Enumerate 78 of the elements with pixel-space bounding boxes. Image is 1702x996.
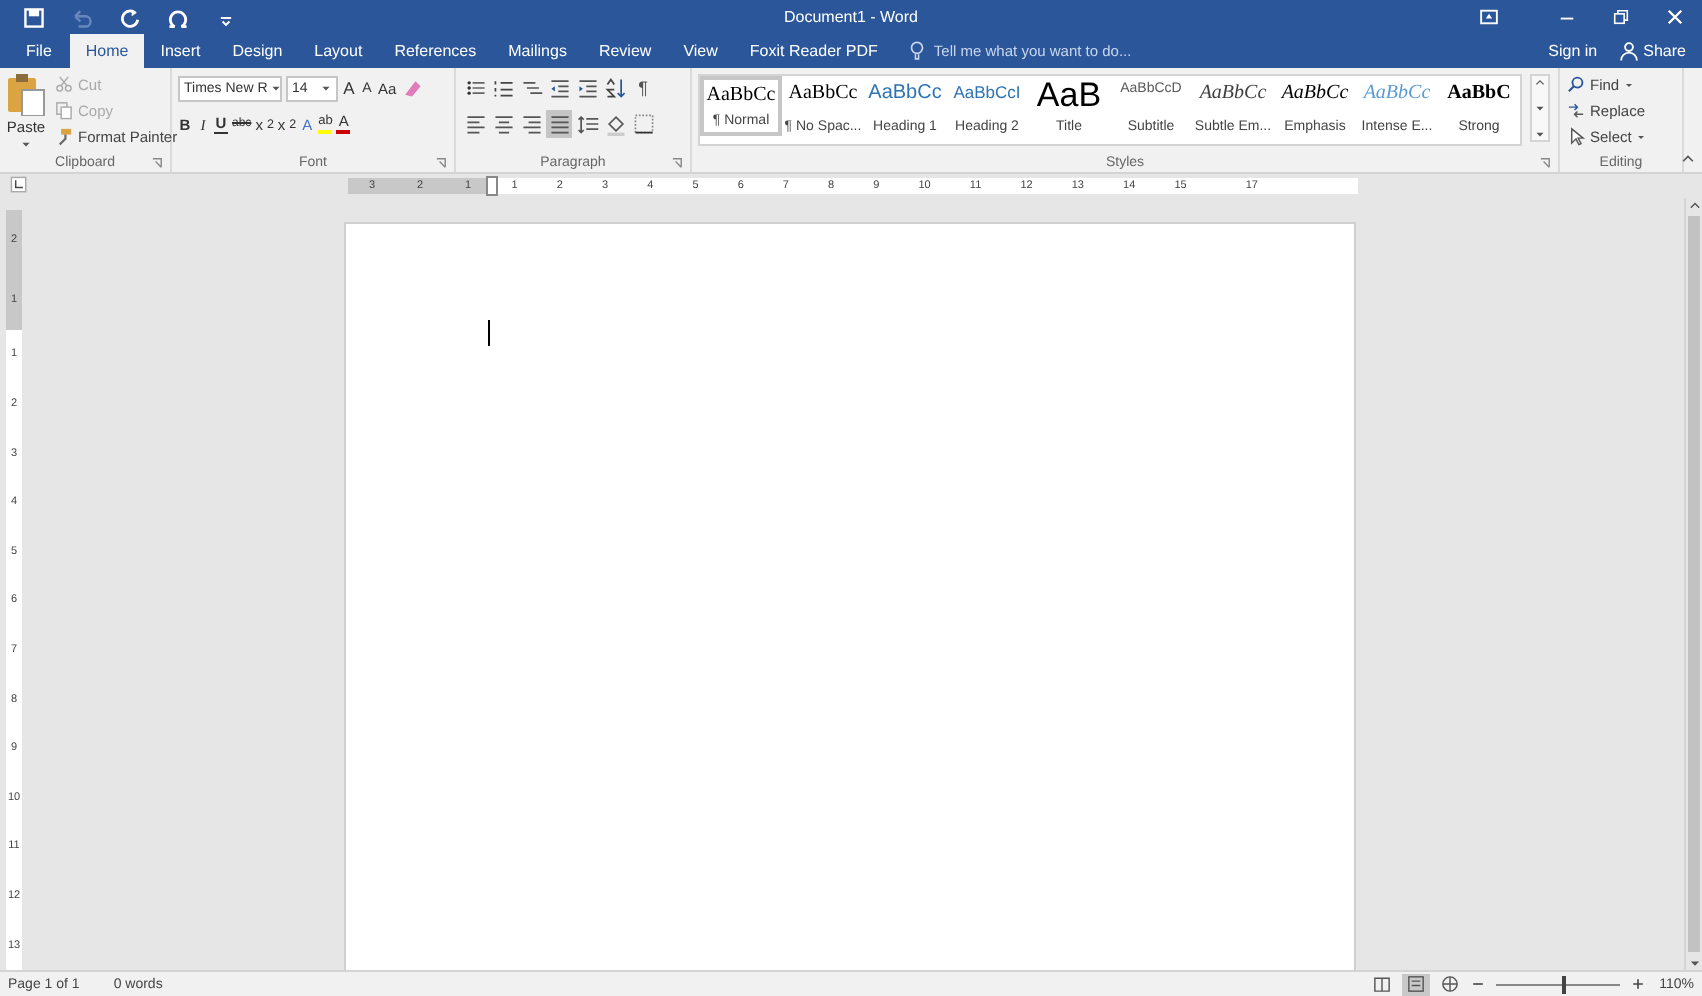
numbering-icon xyxy=(491,76,515,100)
replace-icon xyxy=(1566,100,1586,120)
print-layout-button[interactable] xyxy=(1401,973,1430,995)
zoom-in-icon[interactable] xyxy=(1629,976,1646,992)
undo-icon xyxy=(70,5,94,29)
caret-icon xyxy=(1635,131,1646,141)
ribbon-tab[interactable]: Foxit Reader PDF xyxy=(733,34,894,68)
align-left-button[interactable] xyxy=(462,110,488,138)
show-formatting-button[interactable]: ¶ xyxy=(630,74,656,102)
align-right-button[interactable] xyxy=(518,110,544,138)
omega-icon xyxy=(166,5,190,29)
more-icon xyxy=(1534,128,1546,140)
caret-icon xyxy=(20,138,32,150)
grow-font-button[interactable]: A xyxy=(342,79,356,97)
ribbon-tab[interactable]: Mailings xyxy=(492,34,583,68)
ribbon-tab[interactable]: File xyxy=(8,34,70,68)
ribbon-tab[interactable]: View xyxy=(667,34,734,68)
increase-indent-icon xyxy=(575,76,599,100)
indent-marker[interactable] xyxy=(486,176,498,196)
align-center-button[interactable] xyxy=(490,110,516,138)
paint-bucket-button[interactable] xyxy=(602,110,628,138)
sort-button[interactable] xyxy=(602,74,628,102)
scissors-icon xyxy=(54,74,74,94)
sort-icon xyxy=(603,76,627,100)
close-icon xyxy=(1664,6,1686,28)
dialog-launcher-icon[interactable] xyxy=(1538,156,1552,170)
lightbulb-icon xyxy=(905,40,928,62)
bullets-icon xyxy=(463,76,487,100)
justify-button[interactable] xyxy=(546,110,572,138)
caret-icon xyxy=(1623,79,1634,89)
borders-button[interactable] xyxy=(630,110,656,138)
read-mode-icon xyxy=(1371,974,1392,994)
caret-icon xyxy=(269,82,282,94)
line-spacing-icon xyxy=(575,112,599,136)
align-left-icon xyxy=(463,112,487,136)
ribbon-tab[interactable]: Insert xyxy=(144,34,217,68)
share-button[interactable]: Share xyxy=(1607,34,1702,68)
down-arrow-icon xyxy=(1687,956,1701,970)
gallery-scrollbar[interactable] xyxy=(1530,74,1550,142)
multilevel-list-icon xyxy=(519,76,543,100)
text-cursor xyxy=(487,320,489,346)
decrease-indent-icon xyxy=(547,76,571,100)
print-layout-icon xyxy=(1405,974,1426,994)
copy-icon xyxy=(54,100,74,120)
web-layout-icon xyxy=(1439,974,1460,994)
ribbon-tab[interactable]: References xyxy=(378,34,493,68)
caret-icon xyxy=(320,82,332,94)
restore-icon xyxy=(1610,6,1632,28)
tab-stop-icon[interactable] xyxy=(10,176,30,196)
vertical-scrollbar[interactable] xyxy=(1684,198,1702,970)
clipboard-icon xyxy=(4,72,48,116)
sign-in-link[interactable]: Sign in xyxy=(1538,34,1608,68)
dialog-launcher-icon[interactable] xyxy=(150,156,164,170)
align-center-icon xyxy=(491,112,515,136)
line-spacing-button[interactable] xyxy=(574,110,600,138)
save-button[interactable] xyxy=(18,2,50,32)
decrease-indent-button[interactable] xyxy=(546,74,572,102)
down-arrow-icon xyxy=(1534,102,1546,114)
cursor-icon xyxy=(1566,126,1586,146)
paintbrush-icon xyxy=(54,126,74,146)
dialog-launcher-icon[interactable] xyxy=(434,156,448,170)
collapse-ribbon-icon[interactable] xyxy=(1680,150,1696,166)
ribbon-tab[interactable]: Layout xyxy=(298,34,379,68)
paint-bucket-icon xyxy=(603,112,627,136)
ribbon-tab[interactable]: Home xyxy=(69,34,145,68)
search-icon xyxy=(1566,74,1586,94)
borders-icon xyxy=(631,112,655,136)
align-right-icon xyxy=(519,112,543,136)
save-icon xyxy=(22,5,46,29)
ribbon-display-icon xyxy=(1478,6,1500,28)
person-icon xyxy=(1617,40,1640,62)
ribbon-tab[interactable]: Review xyxy=(582,34,668,68)
justify-icon xyxy=(547,112,571,136)
ribbon-tab[interactable]: Design xyxy=(216,34,299,68)
dialog-launcher-icon[interactable] xyxy=(670,156,684,170)
window-title: Document1 - Word xyxy=(784,8,918,26)
repeat-icon xyxy=(118,5,142,29)
increase-indent-button[interactable] xyxy=(574,74,600,102)
